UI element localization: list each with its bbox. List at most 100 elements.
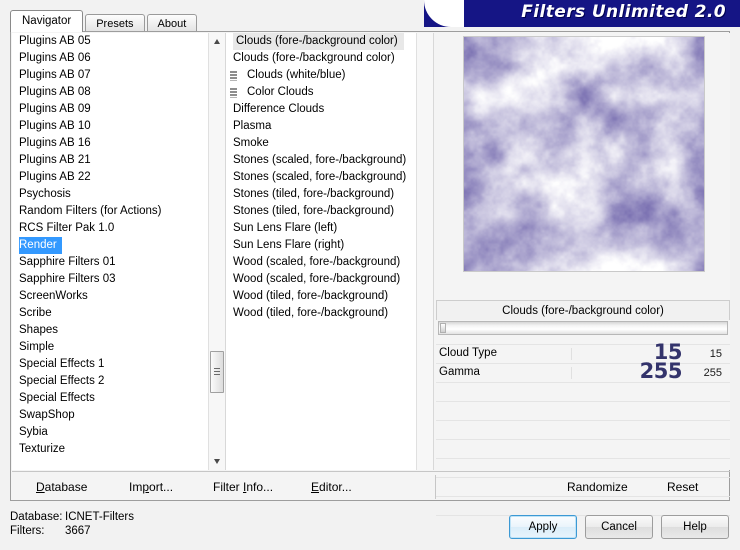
category-item[interactable]: Special Effects xyxy=(12,390,208,407)
parameter-row[interactable]: Cloud Type 15 15 xyxy=(436,340,730,364)
database-button[interactable]: Database xyxy=(36,480,87,494)
preview-area: Clouds (fore-/background color) Cloud Ty… xyxy=(435,33,730,516)
category-item[interactable]: Sybia xyxy=(12,424,208,441)
parameter-row-empty[interactable] xyxy=(436,440,730,459)
randomize-button[interactable]: Randomize xyxy=(567,480,628,494)
category-item[interactable]: Special Effects 2 xyxy=(12,373,208,390)
category-item[interactable]: Sapphire Filters 01 xyxy=(12,254,208,271)
category-item-selected[interactable]: Render xyxy=(19,237,62,254)
reset-button[interactable]: Reset xyxy=(667,480,698,494)
filter-item[interactable]: Wood (scaled, fore-/background) xyxy=(226,254,416,271)
category-list[interactable]: Plugins AB 05 Plugins AB 06 Plugins AB 07 P… xyxy=(12,33,208,470)
filter-item-label: Stones (scaled, fore-/background) xyxy=(233,154,407,166)
filter-item[interactable]: Wood (tiled, fore-/background) xyxy=(226,305,416,322)
list-item[interactable]: Clouds (fore-/background color) xyxy=(226,33,416,50)
category-item[interactable]: Plugins AB 07 xyxy=(12,67,208,84)
filter-item-label: Wood (tiled, fore-/background) xyxy=(233,307,389,319)
parameter-row-empty[interactable] xyxy=(436,402,730,421)
filter-item-label: Wood (scaled, fore-/background) xyxy=(233,273,401,285)
parameter-row[interactable]: Gamma 255 255 xyxy=(436,359,730,383)
parameter-row-empty[interactable] xyxy=(436,383,730,402)
tab-label: Presets xyxy=(96,18,134,30)
parameter-tick xyxy=(571,348,572,360)
clouds-canvas xyxy=(464,37,704,271)
category-item[interactable]: Plugins AB 22 xyxy=(12,169,208,186)
filter-item[interactable]: Smoke xyxy=(226,135,416,152)
apply-button[interactable]: Apply xyxy=(509,515,577,539)
category-item[interactable]: Sapphire Filters 03 xyxy=(12,271,208,288)
filter-item-label: Plasma xyxy=(233,120,272,132)
category-item[interactable]: Special Effects 1 xyxy=(12,356,208,373)
tab-strip: Navigator Presets About xyxy=(10,10,199,32)
filter-item-selected[interactable]: Clouds (fore-/background color) xyxy=(233,33,404,50)
filter-item-label: Sun Lens Flare (left) xyxy=(233,222,338,234)
tab-label: About xyxy=(157,18,187,30)
filter-item-label: Clouds (white/blue) xyxy=(247,69,346,81)
filter-item-label: Sun Lens Flare (right) xyxy=(233,239,345,251)
filter-item[interactable]: Difference Clouds xyxy=(226,101,416,118)
tab-navigator[interactable]: Navigator xyxy=(10,10,84,32)
filter-preset-icon xyxy=(230,88,237,98)
filter-item[interactable]: Stones (scaled, fore-/background) xyxy=(226,169,416,186)
filter-preview-image[interactable] xyxy=(463,36,705,272)
status-database-label: Database: xyxy=(10,511,63,523)
category-item[interactable]: Psychosis xyxy=(12,186,208,203)
category-item[interactable]: Plugins AB 05 xyxy=(12,33,208,50)
filter-item[interactable]: Stones (tiled, fore-/background) xyxy=(226,186,416,203)
category-item[interactable]: Simple xyxy=(12,339,208,356)
parameter-panel-title: Clouds (fore-/background color) xyxy=(436,300,730,320)
category-item[interactable]: ScreenWorks xyxy=(12,288,208,305)
filter-item-label: Stones (tiled, fore-/background) xyxy=(233,188,395,200)
editor-button[interactable]: Editor... xyxy=(311,480,352,494)
cancel-button[interactable]: Cancel xyxy=(585,515,653,539)
filter-list[interactable]: Clouds (fore-/background color) Clouds (f… xyxy=(226,33,416,470)
category-item[interactable]: Plugins AB 16 xyxy=(12,135,208,152)
parameter-big-value: 255 xyxy=(639,359,683,383)
status-bar: Database: ICNET-Filters Filters: 3667 xyxy=(10,510,134,538)
category-item[interactable]: Plugins AB 08 xyxy=(12,84,208,101)
filter-item-label: Clouds (fore-/background color) xyxy=(233,52,395,64)
category-scroll-up-icon[interactable] xyxy=(209,33,226,50)
filter-item[interactable]: Clouds (white/blue) xyxy=(226,67,416,84)
parameter-value: 255 xyxy=(703,367,722,379)
category-item[interactable]: Plugins AB 06 xyxy=(12,50,208,67)
help-button[interactable]: Help xyxy=(661,515,729,539)
scroll-grip-icon xyxy=(214,368,220,377)
category-item[interactable]: Texturize xyxy=(12,441,208,458)
category-item[interactable]: Plugins AB 21 xyxy=(12,152,208,169)
category-item[interactable]: Plugins AB 10 xyxy=(12,118,208,135)
filter-item-label: Difference Clouds xyxy=(233,103,325,115)
filter-list-scrollbar[interactable] xyxy=(416,33,433,470)
category-scroll-thumb[interactable] xyxy=(210,351,224,393)
banner-curve-decoration xyxy=(424,0,464,27)
category-item[interactable]: Shapes xyxy=(12,322,208,339)
filter-item[interactable]: Sun Lens Flare (right) xyxy=(226,237,416,254)
parameter-slider[interactable] xyxy=(438,321,728,335)
app-title-banner: Filters Unlimited 2.0 xyxy=(424,0,740,27)
category-scroll-down-icon[interactable] xyxy=(209,453,226,470)
category-item[interactable]: Random Filters (for Actions) xyxy=(12,203,208,220)
filter-item[interactable]: Clouds (fore-/background color) xyxy=(226,50,416,67)
filter-item[interactable]: Stones (tiled, fore-/background) xyxy=(226,203,416,220)
category-item[interactable]: Scribe xyxy=(12,305,208,322)
category-list-scrollbar[interactable] xyxy=(208,33,226,470)
tab-presets[interactable]: Presets xyxy=(85,14,145,32)
parameter-name: Gamma xyxy=(439,366,480,378)
tab-about[interactable]: About xyxy=(146,14,198,32)
filter-item[interactable]: Plasma xyxy=(226,118,416,135)
category-item[interactable]: RCS Filter Pak 1.0 xyxy=(12,220,208,237)
filter-item[interactable]: Wood (scaled, fore-/background) xyxy=(226,271,416,288)
category-item[interactable]: SwapShop xyxy=(12,407,208,424)
main-panel: Plugins AB 05 Plugins AB 06 Plugins AB 07 P… xyxy=(10,31,730,516)
filter-item[interactable]: Stones (scaled, fore-/background) xyxy=(226,152,416,169)
filter-item[interactable]: Wood (tiled, fore-/background) xyxy=(226,288,416,305)
list-item[interactable]: Render xyxy=(12,237,208,254)
column-divider-2 xyxy=(433,33,434,470)
filter-item[interactable]: Sun Lens Flare (left) xyxy=(226,220,416,237)
slider-knob[interactable] xyxy=(440,323,446,333)
filter-item[interactable]: Color Clouds xyxy=(226,84,416,101)
parameter-row-empty[interactable] xyxy=(436,421,730,440)
import-button[interactable]: Import... xyxy=(129,480,173,494)
filter-info-button[interactable]: Filter Info... xyxy=(213,480,273,494)
category-item[interactable]: Plugins AB 09 xyxy=(12,101,208,118)
